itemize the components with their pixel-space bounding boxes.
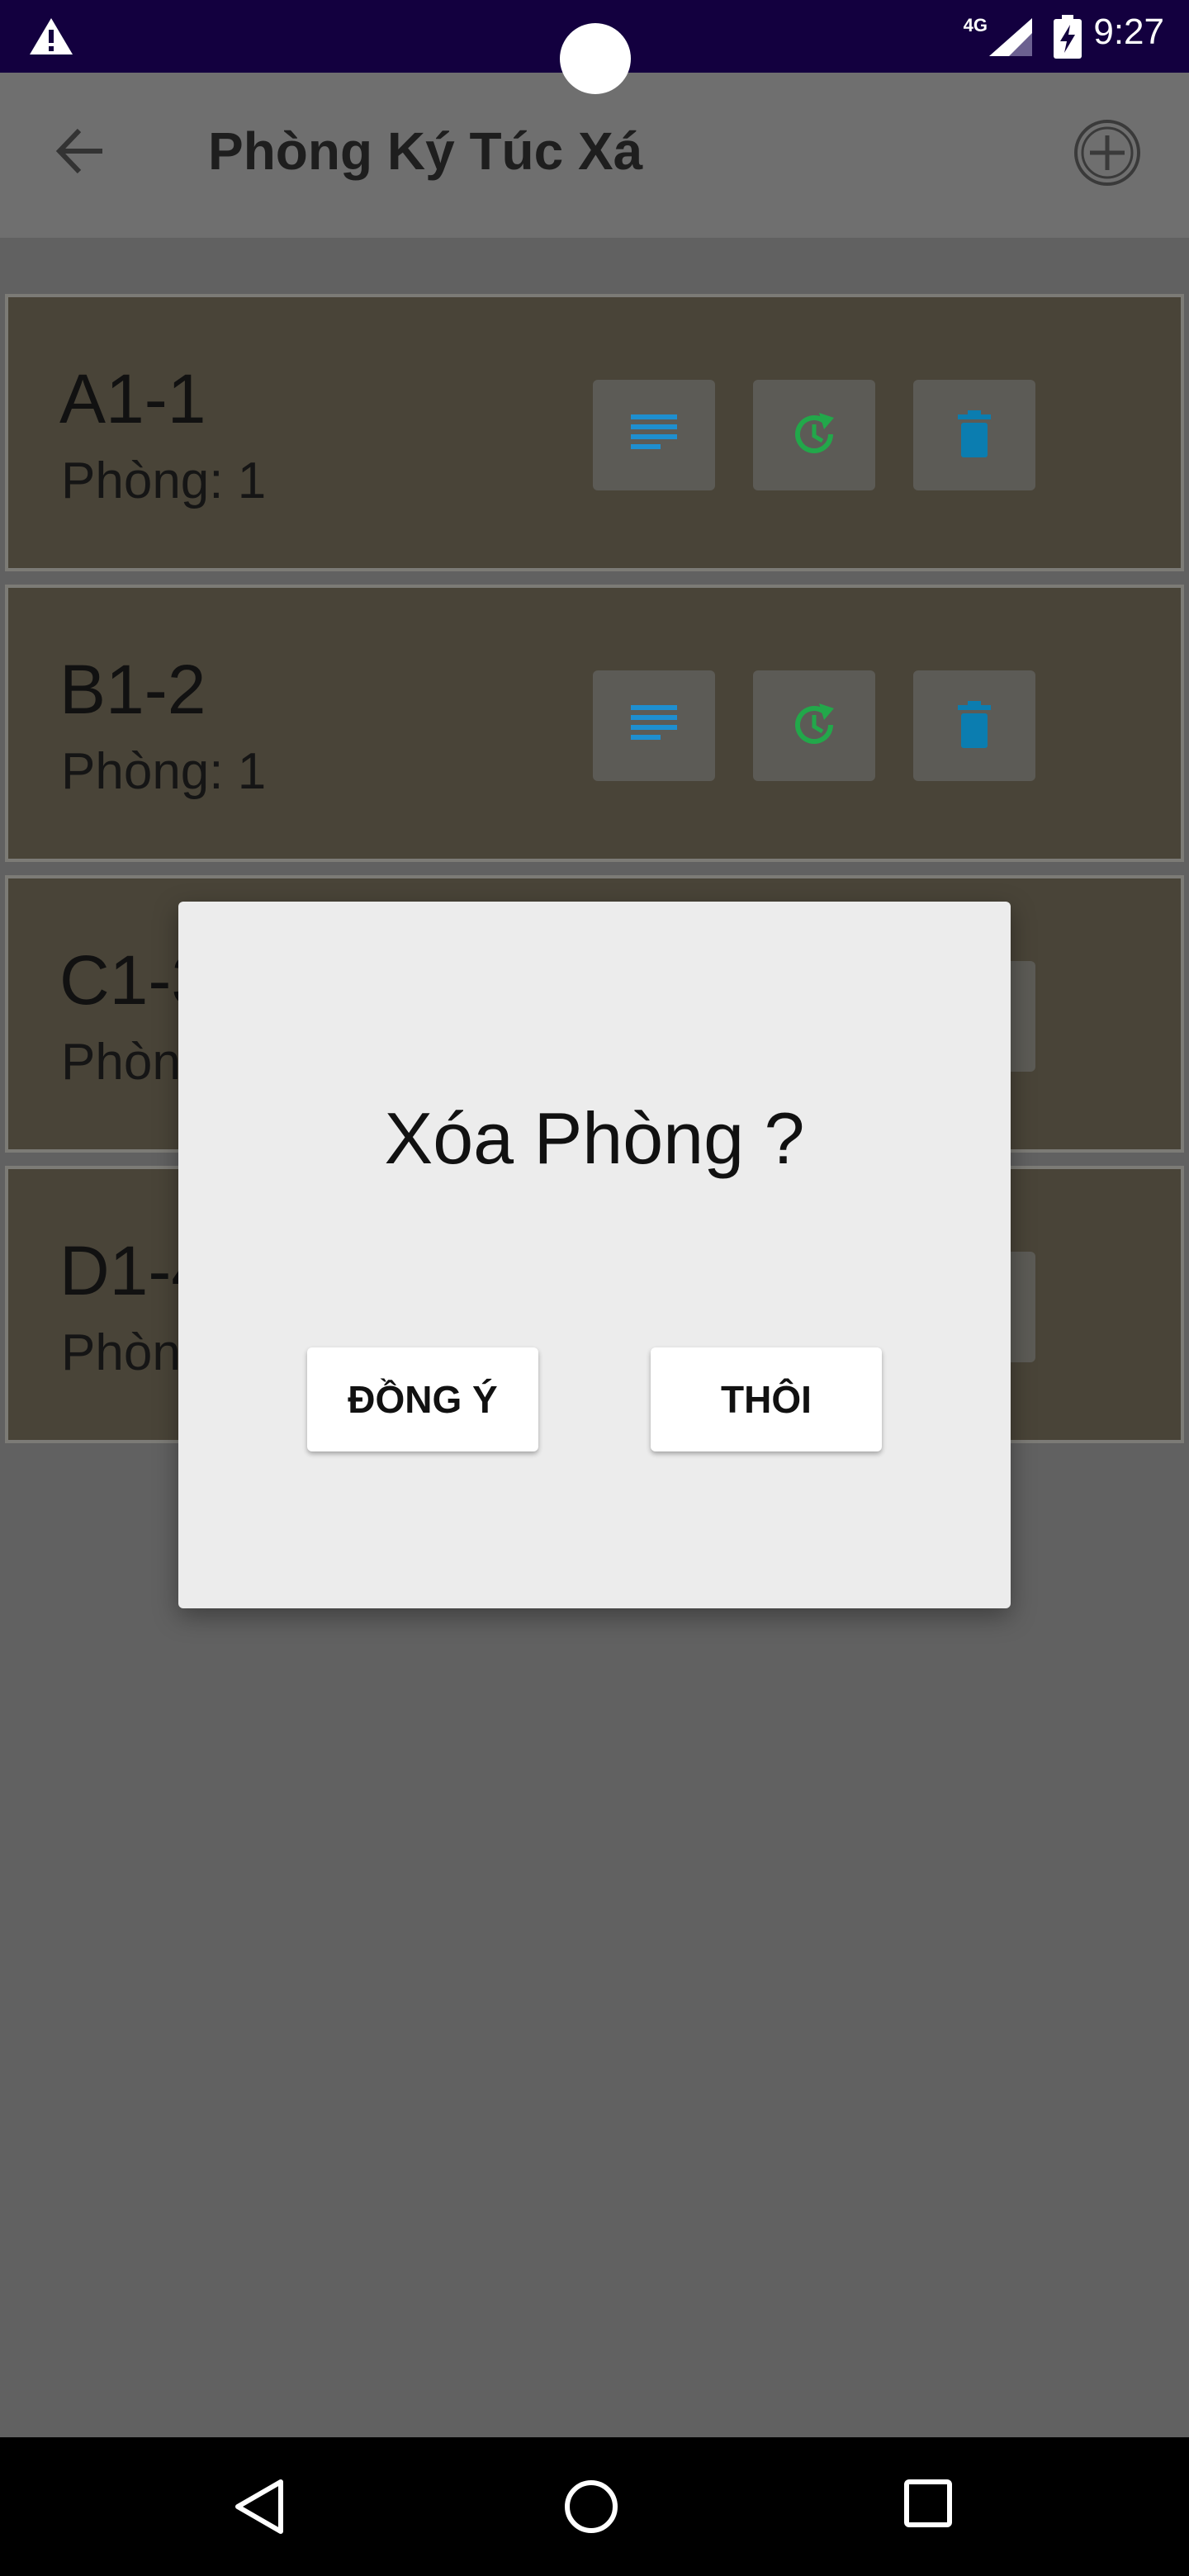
delete-icon <box>958 701 991 748</box>
room-count: Phòng: 1 <box>61 743 267 800</box>
details-button[interactable] <box>593 670 715 781</box>
cancel-button[interactable]: THÔI <box>651 1347 882 1451</box>
dialog-title: Xóa Phòng ? <box>384 1097 805 1179</box>
network-type: 4G <box>963 15 988 36</box>
refresh-icon <box>795 413 834 453</box>
camera-cutout <box>560 23 631 94</box>
delete-icon <box>958 410 991 457</box>
clock: 9:27 <box>1093 12 1164 52</box>
details-icon <box>631 414 677 449</box>
refresh-icon <box>795 703 834 744</box>
app-bar: Phòng Ký Túc Xá <box>0 73 1189 238</box>
page-title: Phòng Ký Túc Xá <box>208 121 643 181</box>
arrow-back-icon[interactable] <box>51 122 109 180</box>
battery-charging-icon <box>1054 15 1082 59</box>
details-icon <box>631 705 677 740</box>
warning-icon <box>30 18 73 54</box>
nav-back-icon[interactable] <box>231 2477 291 2536</box>
details-button[interactable] <box>593 380 715 490</box>
list-item[interactable]: B1-2 Phòng: 1 <box>5 585 1184 862</box>
nav-recents-icon[interactable] <box>902 2477 955 2530</box>
room-count: Phòng: 1 <box>61 452 267 509</box>
system-nav-bar <box>0 2437 1189 2576</box>
nav-home-icon[interactable] <box>561 2477 621 2536</box>
signal-icon <box>989 18 1032 56</box>
delete-confirm-dialog: Xóa Phòng ? ĐỒNG Ý THÔI <box>178 902 1011 1608</box>
list-item[interactable]: A1-1 Phòng: 1 <box>5 294 1184 571</box>
room-name: A1-1 <box>59 360 206 438</box>
delete-button[interactable] <box>913 670 1035 781</box>
refresh-button[interactable] <box>753 380 875 490</box>
confirm-button[interactable]: ĐỒNG Ý <box>307 1347 538 1451</box>
add-circle-icon[interactable] <box>1072 117 1143 188</box>
room-name: B1-2 <box>59 651 206 728</box>
delete-button[interactable] <box>913 380 1035 490</box>
refresh-button[interactable] <box>753 670 875 781</box>
